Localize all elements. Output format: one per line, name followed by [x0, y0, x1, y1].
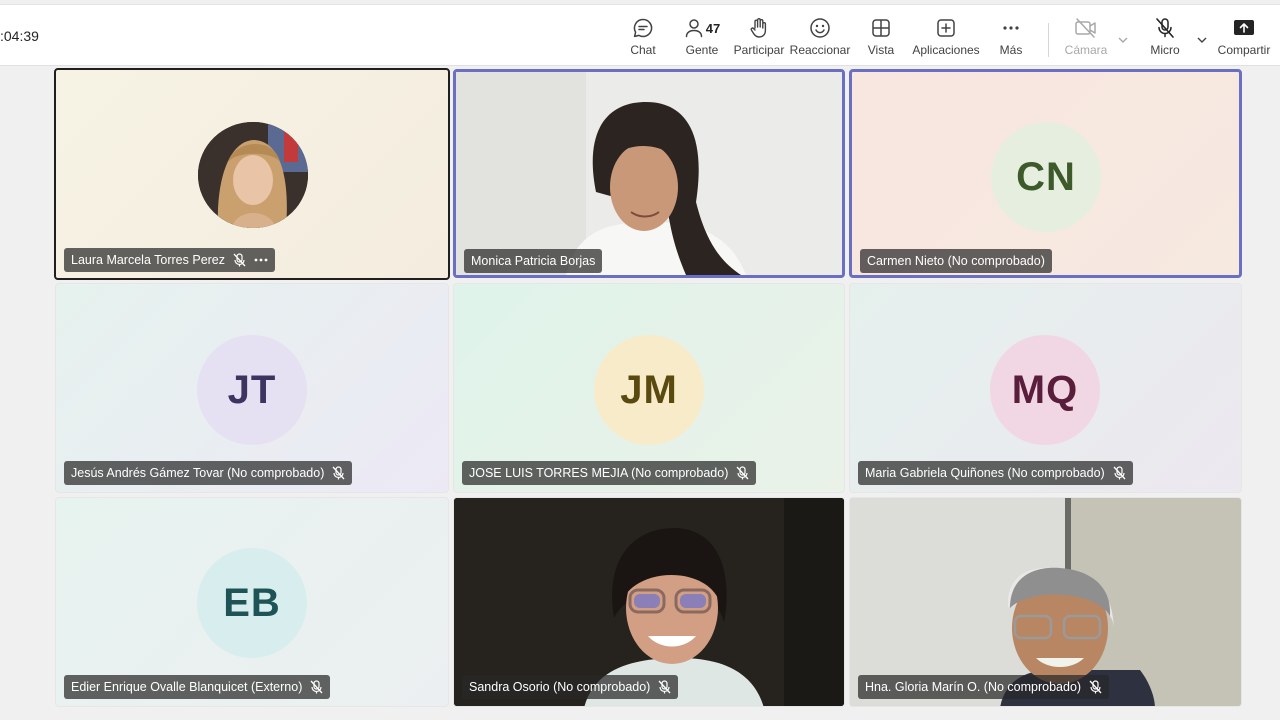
apps-label: Aplicaciones [912, 43, 980, 57]
smiley-icon [809, 15, 831, 41]
participant-tile[interactable]: Monica Patricia Borjas [453, 69, 845, 278]
mic-muted-icon [310, 680, 323, 694]
share-button[interactable]: Compartir [1216, 15, 1272, 63]
meeting-toolbar: :04:39 Chat 47 Gente Participar Reaccion… [0, 4, 1280, 66]
mic-muted-icon [233, 253, 246, 267]
more-dots-icon [1001, 15, 1021, 41]
participant-name: Sandra Osorio (No comprobado) [469, 680, 651, 694]
view-button[interactable]: Vista [866, 15, 896, 63]
chat-button[interactable]: Chat [628, 15, 658, 63]
people-label: Gente [685, 43, 719, 57]
share-screen-icon [1233, 15, 1255, 41]
avatar-initials: EB [223, 580, 281, 625]
raise-hand-button[interactable]: Participar [734, 15, 784, 63]
participant-tile[interactable]: EB Edier Enrique Ovalle Blanquicet (Exte… [55, 497, 449, 707]
camera-button[interactable]: Cámara [1064, 15, 1108, 63]
add-apps-icon [936, 15, 956, 41]
participant-name: Carmen Nieto (No comprobado) [867, 254, 1045, 268]
participant-tile[interactable]: CN Carmen Nieto (No comprobado) [849, 69, 1242, 278]
view-label: Vista [867, 43, 895, 57]
participant-name: Laura Marcela Torres Perez [71, 253, 226, 267]
share-label: Compartir [1217, 43, 1271, 57]
participant-name-tag: Carmen Nieto (No comprobado) [860, 249, 1052, 273]
people-count: 47 [705, 20, 721, 36]
avatar [198, 122, 308, 228]
participant-name-tag: Jesús Andrés Gámez Tovar (No comprobado) [64, 461, 353, 485]
mic-muted-icon [332, 466, 345, 480]
video-feed [456, 72, 842, 275]
chat-icon [632, 15, 654, 41]
apps-button[interactable]: Aplicaciones [912, 15, 980, 63]
mic-muted-icon [736, 466, 749, 480]
camera-options-chevron-icon[interactable] [1117, 33, 1129, 51]
react-label: Reaccionar [789, 43, 851, 57]
people-button[interactable]: 47 Gente [682, 15, 722, 63]
more-button[interactable]: Más [998, 15, 1024, 63]
participant-name-tag: Laura Marcela Torres Perez [64, 248, 276, 272]
camera-label: Cámara [1064, 43, 1108, 57]
participant-name-tag: Maria Gabriela Quiñones (No comprobado) [858, 461, 1133, 485]
participant-name-tag: Edier Enrique Ovalle Blanquicet (Externo… [64, 675, 331, 699]
react-button[interactable]: Reaccionar [789, 15, 851, 63]
grid-view-icon [871, 15, 891, 41]
participant-name: JOSE LUIS TORRES MEJIA (No comprobado) [469, 466, 729, 480]
avatar: JM [594, 335, 704, 445]
participant-tile[interactable]: Hna. Gloria Marín O. (No comprobado) [849, 497, 1242, 707]
participant-name-tag: Hna. Gloria Marín O. (No comprobado) [858, 675, 1110, 699]
mic-muted-icon [1089, 680, 1102, 694]
raise-hand-label: Participar [733, 43, 785, 57]
avatar: JT [197, 335, 307, 445]
avatar-initials: JT [227, 367, 277, 412]
hand-icon [748, 15, 770, 41]
participant-name: Hna. Gloria Marín O. (No comprobado) [865, 680, 1082, 694]
more-options-icon[interactable] [254, 258, 268, 262]
avatar: CN [991, 122, 1101, 232]
avatar-initials: CN [1016, 154, 1076, 199]
participant-name-tag: JOSE LUIS TORRES MEJIA (No comprobado) [462, 461, 757, 485]
avatar-initials: MQ [1011, 367, 1079, 412]
mic-muted-icon [658, 680, 671, 694]
participant-name-tag: Monica Patricia Borjas [464, 249, 603, 273]
mic-off-icon [1154, 15, 1176, 41]
people-icon-group: 47 [684, 15, 720, 41]
avatar-initials: JM [620, 367, 678, 412]
toolbar-divider [1048, 23, 1049, 57]
participant-name: Edier Enrique Ovalle Blanquicet (Externo… [71, 680, 303, 694]
participant-tile[interactable]: MQ Maria Gabriela Quiñones (No comprobad… [849, 283, 1242, 493]
mic-label: Micro [1150, 43, 1180, 57]
participant-tile[interactable]: JM JOSE LUIS TORRES MEJIA (No comprobado… [453, 283, 845, 493]
participant-tile[interactable]: Laura Marcela Torres Perez [54, 68, 450, 280]
avatar: EB [197, 548, 307, 658]
participant-name-tag: Sandra Osorio (No comprobado) [462, 675, 679, 699]
participant-tile[interactable]: Sandra Osorio (No comprobado) [453, 497, 845, 707]
chat-label: Chat [630, 43, 656, 57]
participant-name: Maria Gabriela Quiñones (No comprobado) [865, 466, 1105, 480]
participant-name: Monica Patricia Borjas [471, 254, 596, 268]
participant-tile[interactable]: JT Jesús Andrés Gámez Tovar (No comproba… [55, 283, 449, 493]
mic-button[interactable]: Micro [1148, 15, 1182, 63]
participant-name: Jesús Andrés Gámez Tovar (No comprobado) [71, 466, 325, 480]
more-label: Más [999, 43, 1023, 57]
avatar: MQ [990, 335, 1100, 445]
mic-muted-icon [1113, 466, 1126, 480]
mic-options-chevron-icon[interactable] [1196, 33, 1208, 51]
camera-off-icon [1074, 15, 1098, 41]
meeting-timer: :04:39 [0, 28, 39, 44]
people-icon [685, 19, 703, 38]
